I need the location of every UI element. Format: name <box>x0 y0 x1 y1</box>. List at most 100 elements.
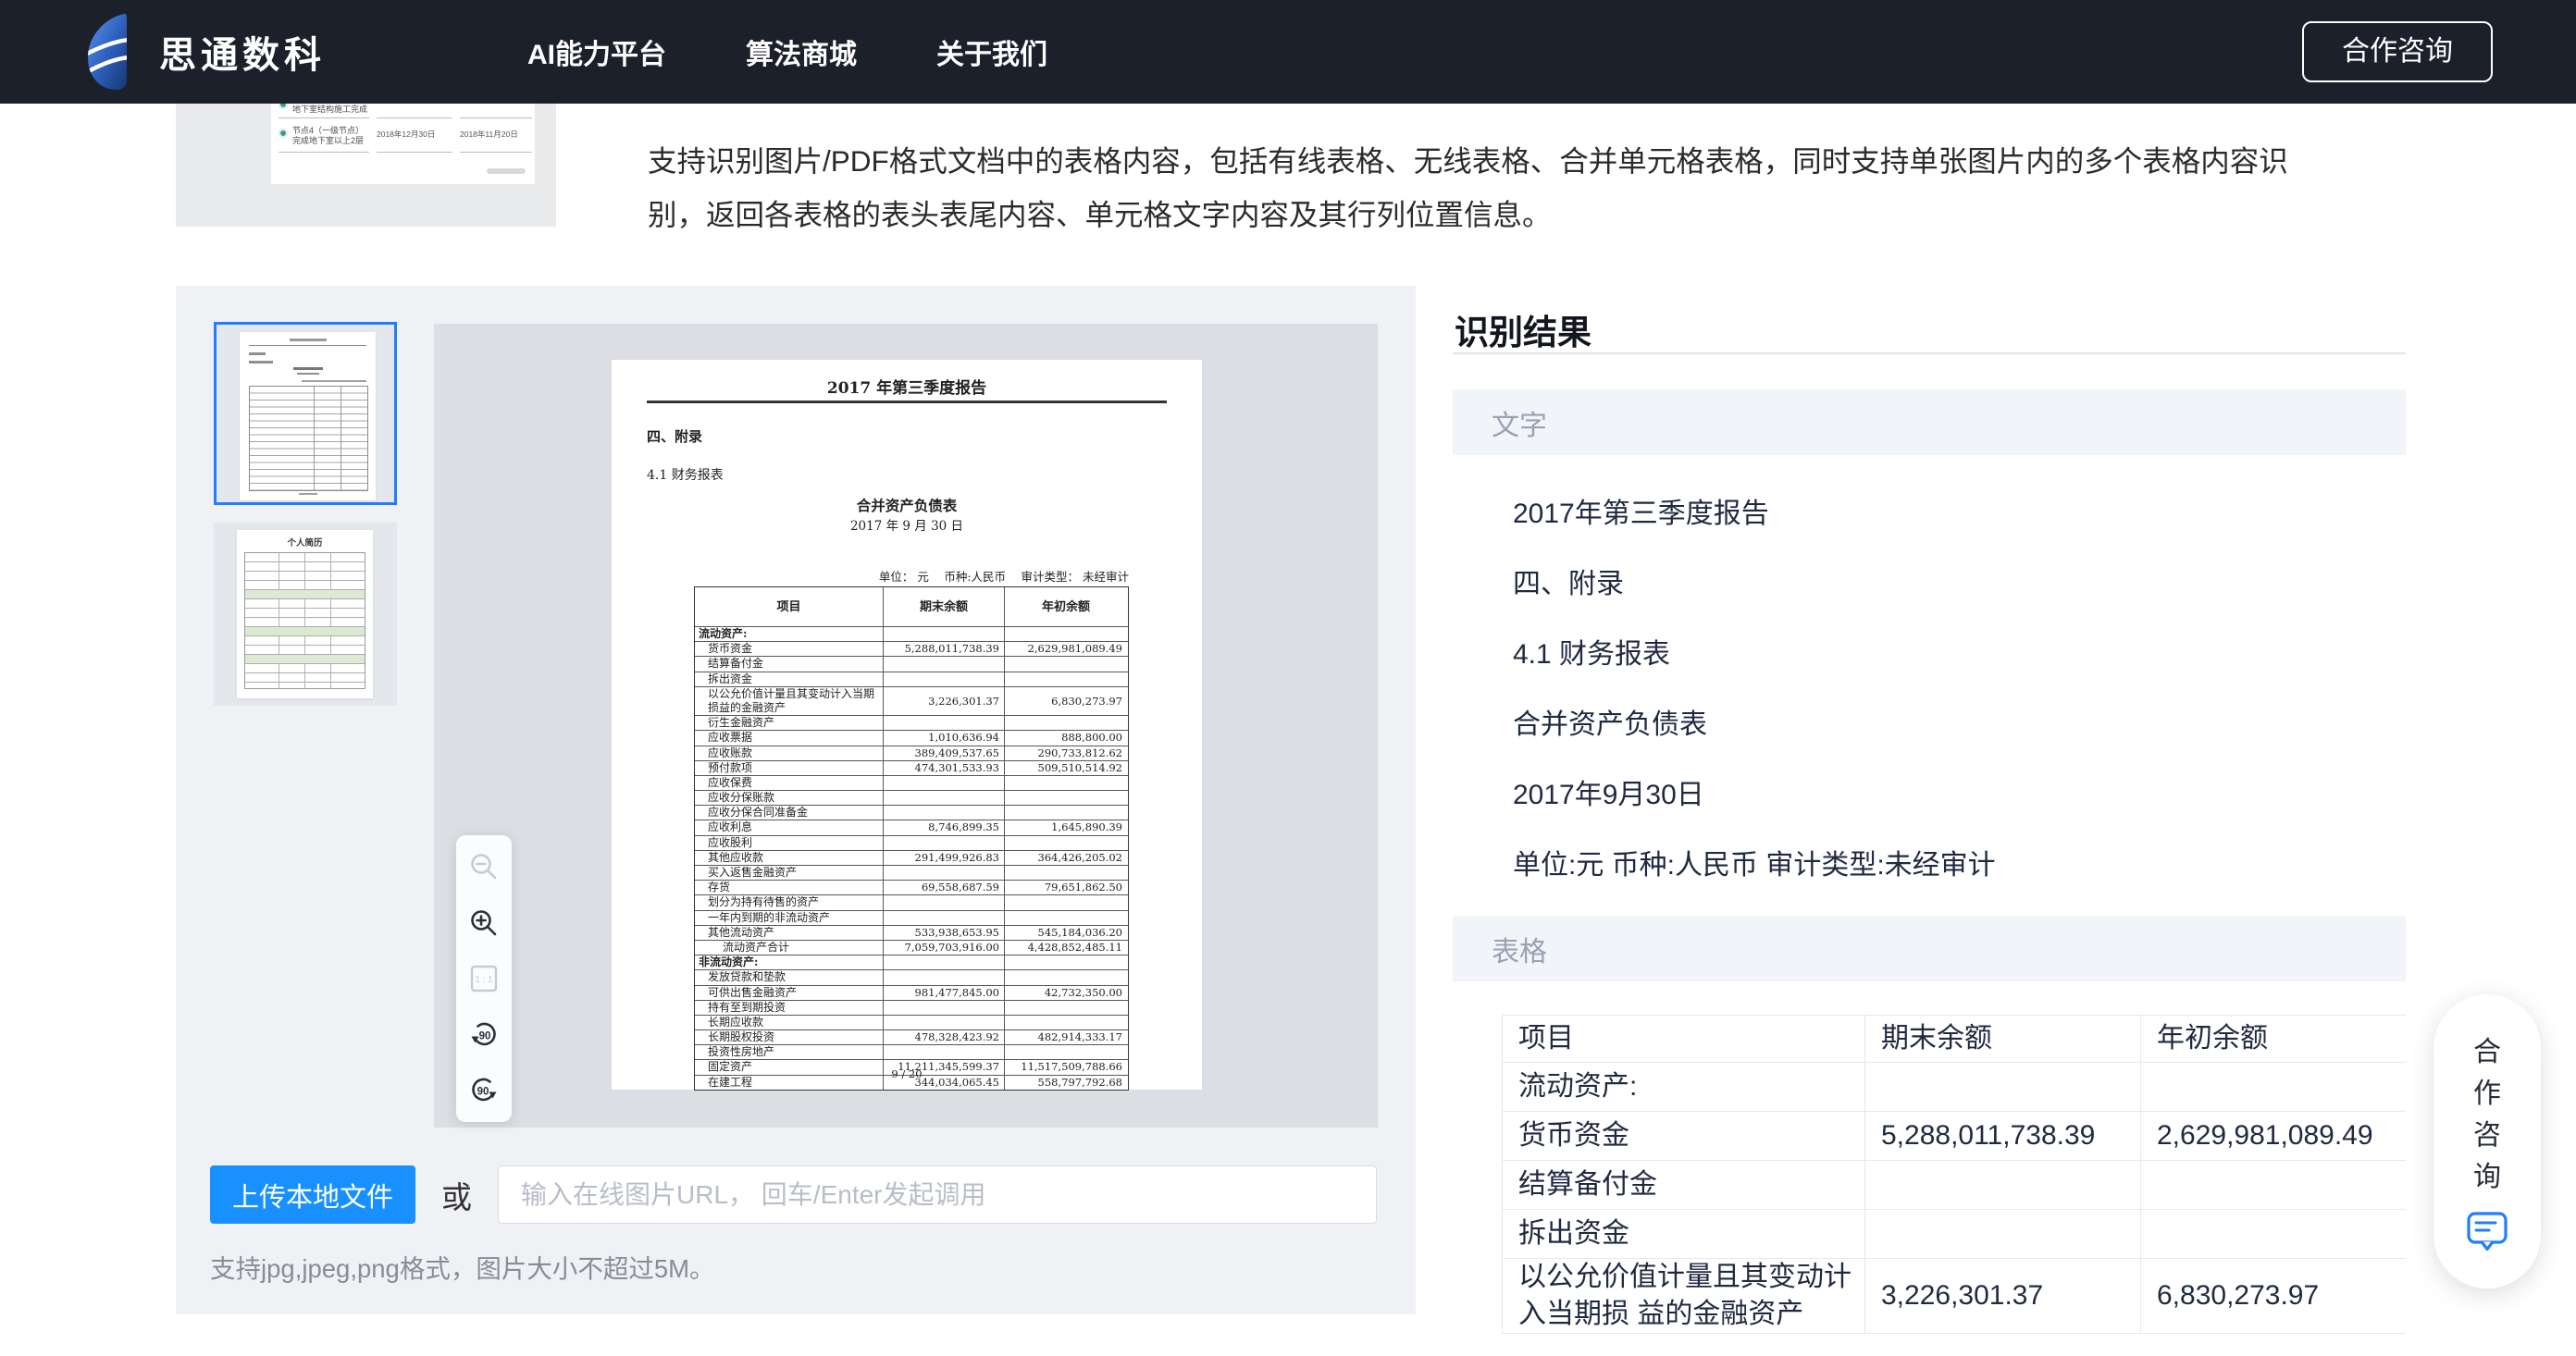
divider <box>460 152 532 153</box>
column-header: 项目 <box>1503 1016 1865 1063</box>
cell-value <box>884 806 1005 820</box>
table-header-row: 项目 期末余额 年初余额 <box>1503 1016 2407 1063</box>
table-recognition-demo-panel: 个人简历 2017 年第三季度报告 四、附录 4.1 财务报表 合并资产负债表 … <box>176 286 1416 1314</box>
table-row: 流动资产: <box>1503 1063 2407 1112</box>
cell-value <box>884 1045 1005 1059</box>
or-label: 或 <box>441 1173 472 1217</box>
example-row2-label-line2: 完成地下室以上2层 <box>292 134 364 146</box>
upload-local-file-button[interactable]: 上传本地文件 <box>210 1165 415 1224</box>
cell-value: 2,629,981,089.49 <box>1005 642 1127 656</box>
cell-label: 流动资产合计 <box>695 941 884 955</box>
cell-label: 货币资金 <box>695 642 884 656</box>
doc-page-number: 9 / 20 <box>612 1067 1202 1080</box>
text-section-header: 文字 <box>1453 389 2406 455</box>
divider <box>377 117 452 118</box>
cell-value: 533,938,653.95 <box>884 926 1005 940</box>
doc-table-row: 货币资金5,288,011,738.392,629,981,089.49 <box>695 641 1128 656</box>
cell-value: 478,328,423.92 <box>884 1030 1005 1044</box>
cell-value <box>884 911 1005 925</box>
recognized-text-list: 2017年第三季度报告 四、附录 4.1 财务报表 合并资产负债表 2017年9… <box>1513 496 1996 918</box>
thumbnail-resume[interactable]: 个人简历 <box>214 523 397 706</box>
cell-label: 应收保费 <box>695 776 884 790</box>
cell-value <box>884 836 1005 850</box>
cell-label: 应收账款 <box>695 746 884 760</box>
doc-table-row: 应收分保账款 <box>695 790 1128 805</box>
cell-label: 投资性房地产 <box>695 1045 884 1059</box>
cell-value <box>884 970 1005 984</box>
recognized-table: 项目 期末余额 年初余额 流动资产: 货币资金 5,288,011,738.39… <box>1502 1015 2406 1334</box>
status-dot-icon <box>279 129 288 138</box>
description-line-2: 别，返回各表格的表头表尾内容、单元格文字内容及其行列位置信息。 <box>648 189 2288 242</box>
svg-text:90: 90 <box>477 1087 489 1098</box>
nav-item-about-us[interactable]: 关于我们 <box>936 31 1047 72</box>
text-result-line: 合并资产负债表 <box>1513 707 1996 744</box>
text-result-line: 2017年第三季度报告 <box>1513 496 1996 533</box>
example-row2-date2: 2018年11月20日 <box>460 129 518 140</box>
doc-table-row: 流动资产: <box>695 626 1128 641</box>
cell-label: 应收利息 <box>695 820 884 834</box>
doc-date: 2017 年 9 月 30 日 <box>612 515 1202 534</box>
rotate-right-icon[interactable]: 90 <box>467 1074 501 1107</box>
cell-value <box>1005 866 1127 880</box>
column-header: 期末余额 <box>1865 1016 2141 1063</box>
doc-page-header: 2017 年第三季度报告 <box>612 375 1202 398</box>
doc-table-row: 其他应收款291,499,926.83364,426,205.02 <box>695 850 1128 865</box>
chat-bubble-icon <box>2466 1211 2508 1251</box>
consult-button[interactable]: 合作咨询 <box>2302 21 2493 82</box>
cell-label: 以公允价值计量且其变动计入当期损 益的金融资产 <box>1503 1259 1865 1334</box>
cell-value: 290,733,812.62 <box>1005 746 1127 760</box>
doc-table-row: 投资性房地产 <box>695 1044 1128 1059</box>
svg-text:90: 90 <box>479 1030 491 1042</box>
balance-sheet-table: 项目期末余额年初余额流动资产:货币资金5,288,011,738.392,629… <box>694 586 1129 1091</box>
cell-label: 流动资产: <box>695 627 884 641</box>
cell-value: 4,428,852,485.11 <box>1005 941 1127 955</box>
cell-label: 买入返售金融资产 <box>695 866 884 880</box>
cell-label: 衍生金融资产 <box>695 716 884 730</box>
cell-value <box>1005 955 1127 969</box>
cell-value: 364,426,205.02 <box>1005 851 1127 865</box>
text-result-line: 四、附录 <box>1513 566 1996 603</box>
thumbnail-financial-report[interactable] <box>214 322 397 505</box>
zoom-out-icon[interactable] <box>467 850 501 883</box>
doc-table-title: 合并资产负债表 <box>612 495 1202 515</box>
nav-item-algorithm-market[interactable]: 算法商城 <box>746 31 857 72</box>
svg-text:1 : 1: 1 : 1 <box>475 975 493 985</box>
doc-table-row: 应收利息8,746,899.351,645,890.39 <box>695 820 1128 834</box>
doc-table-row: 预付款项474,301,533.93509,510,514.92 <box>695 760 1128 775</box>
cell-value: 981,477,845.00 <box>884 986 1005 1000</box>
cell-label: 应收分保账款 <box>695 791 884 805</box>
cell-value: 69,558,687.59 <box>884 881 1005 894</box>
cell-value <box>1005 672 1127 686</box>
cell-value <box>1005 716 1127 730</box>
cell-label: 应收票据 <box>695 731 884 745</box>
nav-item-ai-platform[interactable]: AI能力平台 <box>527 31 666 72</box>
cell-value: 8,746,899.35 <box>884 820 1005 834</box>
doc-meta-line: 单位： 元 币种:人民币 审计类型： 未经审计 <box>694 567 1129 585</box>
thumbnail-page-preview <box>240 332 376 500</box>
zoom-in-icon[interactable] <box>467 906 501 940</box>
document-page: 2017 年第三季度报告 四、附录 4.1 财务报表 合并资产负债表 2017 … <box>612 360 1202 1090</box>
cell-value: 509,510,514.92 <box>1005 761 1127 775</box>
one-to-one-icon[interactable]: 1 : 1 <box>467 962 501 995</box>
brand-logo-icon[interactable] <box>83 11 137 92</box>
top-navbar: 思通数科 AI能力平台 算法商城 关于我们 合作咨询 <box>0 0 2576 104</box>
cell-label: 发放贷款和垫款 <box>695 970 884 984</box>
cell-label: 存货 <box>695 881 884 894</box>
cell-label: 项目 <box>695 587 884 626</box>
floating-consult-button[interactable]: 合作咨询 <box>2434 994 2541 1288</box>
upload-format-hint: 支持jpg,jpeg,png格式，图片大小不超过5M。 <box>210 1248 715 1285</box>
cell-label: 结算备付金 <box>695 657 884 671</box>
cell-label: 其他应收款 <box>695 851 884 865</box>
doc-table-row: 应收保费 <box>695 775 1128 790</box>
cell-value: 6,830,273.97 <box>1005 687 1127 715</box>
cell-label: 以公允价值计量且其变动计入当期损益的金融资产 <box>695 687 884 715</box>
cell-value: 6,830,273.97 <box>2141 1259 2407 1334</box>
image-url-input[interactable] <box>498 1165 1377 1224</box>
thumbnail-table-grid <box>244 552 365 689</box>
cell-value: 1,645,890.39 <box>1005 820 1127 834</box>
table-section-label: 表格 <box>1492 929 1547 969</box>
rotate-left-icon[interactable]: 90 <box>467 1018 501 1052</box>
doc-table-row: 流动资产合计7,059,703,916.004,428,852,485.11 <box>695 940 1128 955</box>
doc-table-row: 结算备付金 <box>695 656 1128 671</box>
cell-label: 货币资金 <box>1503 1112 1865 1161</box>
